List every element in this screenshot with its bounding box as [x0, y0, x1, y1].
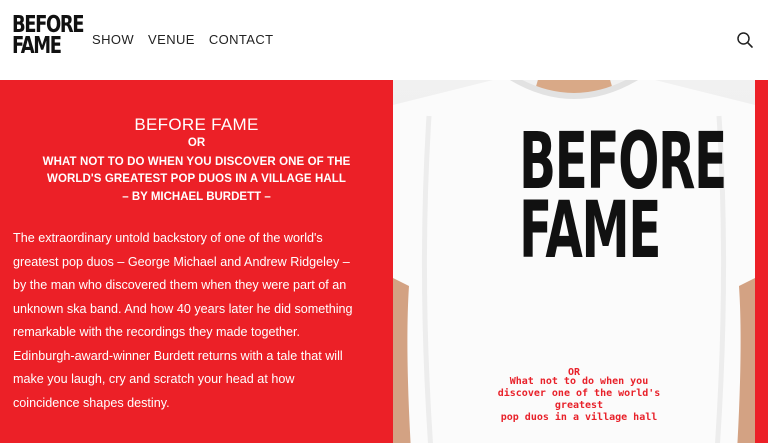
synopsis-line: coincidence shapes destiny. — [13, 395, 170, 410]
synopsis-line: unknown ska band. And how 40 years later… — [13, 301, 353, 316]
subtitle-line: WORLD'S GREATEST POP DUOS IN A VILLAGE H… — [46, 173, 346, 185]
nav-venue[interactable]: VENUE — [148, 32, 195, 47]
tshirt-subtitle-line: What not to do when you — [509, 376, 649, 387]
page-edge-strip — [755, 80, 768, 443]
synopsis-line: remarkable with the recordings they made… — [13, 325, 301, 339]
synopsis-line: The extraordinary untold backstory of on… — [13, 231, 323, 245]
tshirt-image: BEFORE FAME OR What not to do when you d… — [393, 80, 755, 443]
show-title: BEFORE FAME — [134, 115, 259, 134]
show-description: BEFORE FAME OR WHAT NOT TO DO WHEN YOU D… — [0, 80, 393, 443]
hero-section: BEFORE FAME OR WHAT NOT TO DO WHEN YOU D… — [0, 80, 768, 443]
synopsis-line: make you laugh, cry and scratch your hea… — [13, 372, 295, 386]
synopsis-line: by the man who discovered them when they… — [13, 278, 347, 292]
main-nav: SHOW VENUE CONTACT — [92, 32, 288, 47]
show-synopsis: The extraordinary untold backstory of on… — [13, 227, 385, 415]
synopsis-line: Edinburgh-award-winner Burdett returns w… — [13, 348, 343, 363]
nav-contact[interactable]: CONTACT — [209, 32, 274, 47]
subtitle-line: WHAT NOT TO DO WHEN YOU DISCOVER ONE OF … — [42, 156, 351, 168]
tshirt-print-title: BEFORE FAME — [519, 123, 727, 276]
tshirt-subtitle-line: pop duos in a village hall — [500, 412, 658, 423]
tshirt-title-line: FAME — [519, 185, 661, 276]
synopsis-line: greatest pop duos – George Michael and A… — [13, 254, 350, 269]
show-subtitle: WHAT NOT TO DO WHEN YOU DISCOVER ONE OF … — [20, 154, 373, 188]
author-credit: – BY MICHAEL BURDETT – — [122, 191, 271, 203]
site-header: BEFORE FAME SHOW VENUE CONTACT — [0, 0, 768, 80]
logo-line-2: FAME — [12, 33, 62, 60]
nav-show[interactable]: SHOW — [92, 32, 134, 47]
search-icon[interactable] — [736, 31, 754, 49]
site-logo[interactable]: BEFORE FAME — [12, 13, 84, 60]
or-label: OR — [187, 137, 206, 149]
tshirt-subtitle-line: discover one of the world's greatest — [497, 388, 661, 411]
tshirt-print-subtitle: What not to do when you discover one of … — [493, 376, 665, 424]
